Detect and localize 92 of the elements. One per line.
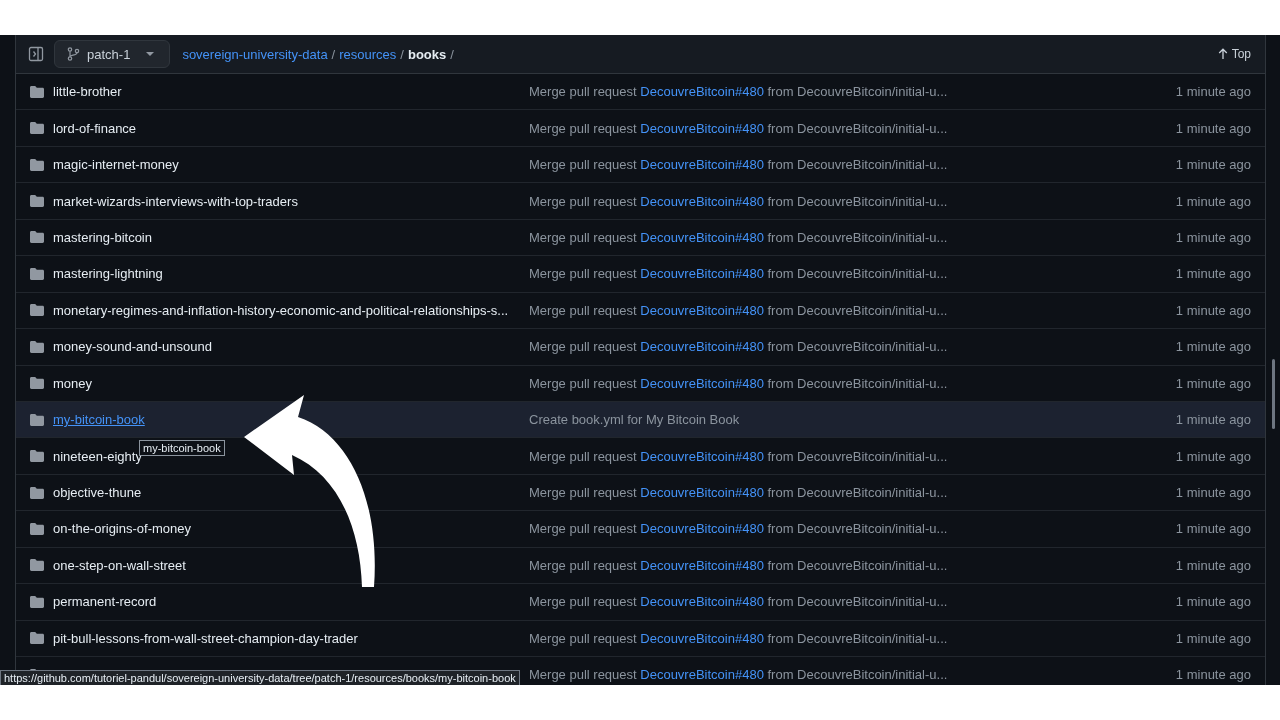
sidebar-toggle-icon[interactable] [28,46,44,62]
commit-message: Merge pull request DecouvreBitcoin#480 from DecouvreBitcoin/initial-u... [529,594,949,610]
commit-time: 1 minute ago [1175,412,1251,428]
commit-message: Merge pull request DecouvreBitcoin#480 from DecouvreBitcoin/initial-u... [529,485,949,501]
pull-request-link[interactable]: DecouvreBitcoin#480 [640,521,764,537]
commit-message: Merge pull request DecouvreBitcoin#480 from DecouvreBitcoin/initial-u... [529,521,949,537]
tooltip: my-bitcoin-book [139,440,225,456]
folder-link[interactable]: money-sound-and-unsound [53,339,212,355]
pull-request-link[interactable]: DecouvreBitcoin#480 [640,339,764,355]
commit-time: 1 minute ago [1175,630,1251,646]
breadcrumb-link[interactable]: resources [339,46,397,62]
commit-time: 1 minute ago [1175,157,1251,173]
commit-message: Merge pull request DecouvreBitcoin#480 from DecouvreBitcoin/initial-u... [529,120,949,136]
pull-request-link[interactable]: DecouvreBitcoin#480 [640,84,764,100]
arrow-up-icon [1217,48,1228,60]
commit-time: 1 minute ago [1175,266,1251,282]
folder-icon [29,157,45,172]
commit-message: Merge pull request DecouvreBitcoin#480 from DecouvreBitcoin/initial-u... [529,630,949,646]
folder-icon [29,485,45,500]
commit-message: Merge pull request DecouvreBitcoin#480 from DecouvreBitcoin/initial-u... [529,266,949,282]
folder-link[interactable]: my-bitcoin-book [53,412,145,428]
commit-message: Merge pull request DecouvreBitcoin#480 from DecouvreBitcoin/initial-u... [529,157,949,173]
pull-request-link[interactable]: DecouvreBitcoin#480 [640,375,764,391]
pull-request-link[interactable]: DecouvreBitcoin#480 [640,120,764,136]
folder-link[interactable]: lord-of-finance [53,120,137,136]
pull-request-link[interactable]: DecouvreBitcoin#480 [640,193,764,209]
folder-link[interactable]: mastering-lightning [53,266,163,282]
folder-link[interactable]: little-brother [53,84,122,100]
commit-message: Merge pull request DecouvreBitcoin#480 from DecouvreBitcoin/initial-u... [529,667,949,683]
breadcrumb-link[interactable]: sovereign-university-data [182,46,328,62]
folder-link[interactable]: money [53,375,93,391]
breadcrumb-separator: / [400,46,404,62]
commit-time: 1 minute ago [1175,120,1251,136]
folder-icon [29,521,45,536]
folder-link[interactable]: market-wizards-interviews-with-top-traders [53,193,298,209]
pull-request-link[interactable]: DecouvreBitcoin#480 [640,266,764,282]
folder-icon [29,594,45,609]
branch-icon [67,47,80,61]
breadcrumb-separator: / [331,46,336,62]
folder-link[interactable]: on-the-origins-of-money [53,521,191,537]
commit-time: 1 minute ago [1175,521,1251,537]
pull-request-link[interactable]: DecouvreBitcoin#480 [640,229,764,245]
folder-icon [29,230,45,245]
commit-message: Merge pull request DecouvreBitcoin#480 from DecouvreBitcoin/initial-u... [529,339,949,355]
commit-time: 1 minute ago [1175,557,1251,573]
folder-link[interactable]: objective-thune [53,485,142,501]
commit-time: 1 minute ago [1175,229,1251,245]
folder-icon [29,303,45,318]
commit-time: 1 minute ago [1175,339,1251,355]
folder-icon [29,449,45,464]
pull-request-link[interactable]: DecouvreBitcoin#480 [640,157,764,173]
folder-icon [29,121,45,136]
folder-icon [29,412,45,427]
commit-message: Merge pull request DecouvreBitcoin#480 from DecouvreBitcoin/initial-u... [529,193,949,209]
commit-time: 1 minute ago [1175,485,1251,501]
commit-message: Merge pull request DecouvreBitcoin#480 from DecouvreBitcoin/initial-u... [529,557,949,573]
folder-link[interactable]: monetary-regimes-and-inflation-history-economic-and-political-relationships-s... [53,302,509,318]
commit-message: Create book.yml for My Bitcoin Book [529,412,741,428]
folder-link[interactable]: one-step-on-wall-street [53,557,186,573]
commit-time: 1 minute ago [1175,594,1251,610]
pull-request-link[interactable]: DecouvreBitcoin#480 [640,594,764,610]
pull-request-link[interactable]: DecouvreBitcoin#480 [640,667,764,683]
commit-message: Merge pull request DecouvreBitcoin#480 from DecouvreBitcoin/initial-u... [529,229,949,245]
commit-time: 1 minute ago [1175,84,1251,100]
scrollbar-thumb[interactable] [1271,359,1275,429]
folder-icon [29,266,45,281]
pull-request-link[interactable]: DecouvreBitcoin#480 [640,302,764,318]
folder-icon [29,84,45,99]
commit-time: 1 minute ago [1175,375,1251,391]
folder-icon [29,376,45,391]
pull-request-link[interactable]: DecouvreBitcoin#480 [640,630,764,646]
current-folder[interactable]: books [407,46,447,62]
folder-link[interactable]: permanent-record [53,594,157,610]
link-url-tooltip: https://github.com/tutoriel-pandul/sovereign-university-data/tree/patch-1/resources/books/my-bitcoin-book [0,670,520,685]
folder-link[interactable]: pit-bull-lessons-from-wall-street-champion-day-trader [53,630,358,646]
commit-time: 1 minute ago [1175,667,1251,683]
top-link[interactable]: Top [1217,47,1251,61]
breadcrumb-separator: / [450,46,454,62]
pull-request-link[interactable]: DecouvreBitcoin#480 [640,557,764,573]
folder-link[interactable]: magic-internet-money [53,157,179,173]
folder-icon [29,558,45,573]
commit-message: Merge pull request DecouvreBitcoin#480 from DecouvreBitcoin/initial-u... [529,302,949,318]
commit-message: Merge pull request DecouvreBitcoin#480 from DecouvreBitcoin/initial-u... [529,84,949,100]
commit-message: Merge pull request DecouvreBitcoin#480 from DecouvreBitcoin/initial-u... [529,375,949,391]
folder-icon [29,339,45,354]
folder-icon [29,194,45,209]
commit-time: 1 minute ago [1175,193,1251,209]
pull-request-link[interactable]: DecouvreBitcoin#480 [640,485,764,501]
folder-icon [29,631,45,646]
branch-selector[interactable]: patch-1 [54,40,171,68]
folder-link[interactable]: mastering-bitcoin [53,229,152,245]
commit-time: 1 minute ago [1175,302,1251,318]
